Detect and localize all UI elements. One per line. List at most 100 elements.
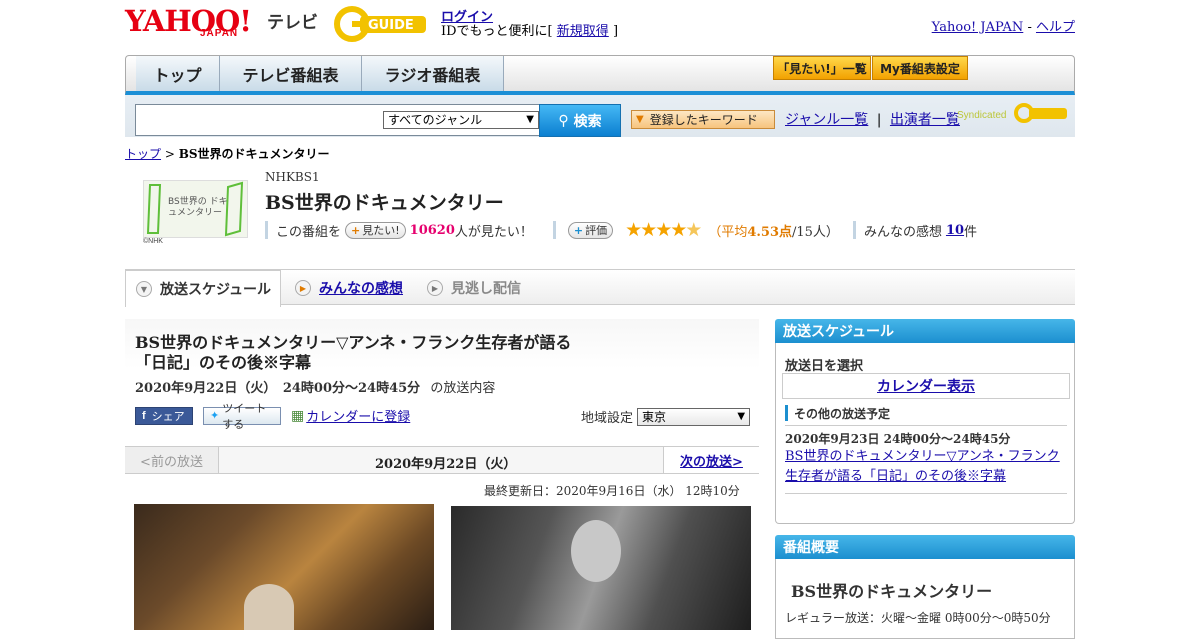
help-link[interactable]: ヘルプ (1036, 20, 1075, 35)
svg-text:GUIDE: GUIDE (368, 18, 414, 33)
other-schedules-heading: その他の放送予定 (785, 405, 890, 421)
add-to-calendar-link[interactable]: カレンダーに登録 (306, 406, 410, 425)
rating-average: （平均4.53点/15人） (708, 221, 839, 240)
next-broadcast-cell: 次の放送> (663, 447, 759, 473)
facebook-icon: f (142, 409, 146, 422)
breadcrumb-current: BS世界のドキュメンタリー (178, 147, 330, 161)
want-list-button[interactable]: 「見たい!」一覧 (773, 56, 871, 80)
region-label: 地域設定 (581, 411, 634, 426)
tab-catchup: ▶ 見逃し配信 (427, 270, 521, 306)
program-tabs: ▼ 放送スケジュール ▶ みんなの感想 ▶ 見逃し配信 (125, 269, 1075, 307)
tab-reviews-label: みんなの感想 (319, 281, 403, 297)
prev-broadcast: <前の放送 (125, 447, 219, 473)
summary-regular: レギュラー放送：火曜～金曜 0時00分～0時50分 (785, 611, 1051, 625)
service-name: テレビ (267, 13, 318, 33)
genre-select-value: すべてのジャンル (388, 113, 483, 127)
side-schedule-box: 放送日を選択 カレンダー表示 その他の放送予定 2020年9月23日 24時00… (775, 343, 1075, 524)
calendar-icon: ▦ (291, 407, 305, 424)
search-button[interactable]: ⚲ 検索 (539, 104, 621, 137)
breadcrumb-sep: > (164, 147, 175, 161)
episode-title: BS世界のドキュメンタリー▽アンネ・フランク生存者が語る「日記」のその後※字幕 (135, 333, 572, 372)
signup-link[interactable]: 新規取得 (557, 24, 609, 39)
current-broadcast-date: 2020年9月22日（火） (375, 457, 517, 472)
tab-schedule[interactable]: ▼ 放送スケジュール (125, 270, 281, 307)
want-button-label: 見たい! (362, 224, 400, 237)
top-links: Yahoo! JAPAN - ヘルプ (932, 16, 1075, 35)
tab-catchup-label: 見逃し配信 (451, 281, 521, 297)
global-nav: トップ テレビ番組表 ラジオ番組表 「見たい!」一覧 My番組表設定 (125, 55, 1075, 95)
meta-divider (852, 221, 856, 239)
comments-count-link[interactable]: 10 (946, 223, 964, 238)
want-count: 10620 (409, 222, 455, 238)
tweet-label: ツイートする (222, 402, 267, 431)
search-icon: ⚲ (558, 112, 569, 129)
calendar-view-cell: カレンダー表示 (782, 373, 1070, 399)
tweet-button[interactable]: ✦ ツイートする (203, 403, 281, 431)
performer-list-link[interactable]: 出演者一覧 (890, 112, 960, 128)
episode-photo-1 (134, 504, 434, 630)
select-day-label: 放送日を選択 (785, 359, 864, 374)
comments-suffix: 件 (964, 224, 978, 240)
my-listings-button[interactable]: My番組表設定 (872, 56, 968, 80)
tab-reviews[interactable]: ▶ みんなの感想 (295, 270, 403, 306)
tab-schedule-label: 放送スケジュール (160, 282, 272, 298)
other-schedule-link[interactable]: BS世界のドキュメンタリー▽アンネ・フランク生存者が語る「日記」のその後※字幕 (785, 447, 1069, 487)
want-prefix: この番組を (276, 224, 342, 240)
search-links: ジャンル一覧 | 出演者一覧 (785, 109, 960, 129)
rating-open: （平均 (708, 224, 748, 240)
saved-keywords-label: 登録したキーワード (649, 113, 758, 127)
syndicated-label: Syndicated (957, 110, 1007, 121)
top-links-separator: - (1027, 20, 1032, 35)
thumbnail-credit: ©NHK (143, 238, 163, 245)
facebook-share-label: シェア (151, 410, 185, 423)
program-title: BS世界のドキュメンタリー (265, 192, 504, 214)
program-meta: この番組を + 見たい! 10620 人が見たい！ + 評価 ★★★★★ （平均… (265, 219, 978, 241)
nav-tab-tv-listings[interactable]: テレビ番組表 (220, 56, 362, 91)
day-navigation: <前の放送 2020年9月22日（火） 次の放送> (125, 446, 759, 474)
chevron-down-icon: ▼ (526, 114, 534, 125)
yahoo-japan-link[interactable]: Yahoo! JAPAN (932, 20, 1024, 35)
breadcrumb-home[interactable]: トップ (125, 147, 161, 161)
region-select[interactable]: 東京 ▼ (637, 407, 751, 426)
episode-photo-2 (451, 506, 751, 630)
play-icon: ▶ (427, 280, 443, 296)
photo-figure (244, 584, 294, 630)
gguide-small-logo (1014, 103, 1067, 123)
login-prompt: IDでもっと便利に[ 新規取得 ] (441, 20, 618, 39)
side-schedule-header: 放送スケジュール (775, 319, 1075, 343)
last-updated: 最終更新日：2020年9月16日（水） 12時10分 (484, 484, 740, 498)
login-prompt-text: IDでもっと便利に[ (441, 24, 553, 39)
login-prompt-close: ] (612, 24, 619, 39)
next-broadcast-link[interactable]: 次の放送> (680, 451, 743, 470)
genre-select[interactable]: すべてのジャンル ▼ (383, 111, 539, 129)
yahoo-logo-japan: JAPAN (200, 28, 239, 39)
plus-icon: + (573, 223, 584, 237)
rating-count: /15人） (792, 224, 839, 240)
side-summary-header: 番組概要 (775, 535, 1075, 559)
share-buttons: f シェア ✦ ツイートする ▦ カレンダーに登録 (135, 403, 410, 431)
search-button-label: 検索 (573, 113, 602, 130)
other-schedule-date: 2020年9月23日 24時00分～24時45分 (785, 432, 1011, 446)
nav-tab-top[interactable]: トップ (136, 56, 220, 91)
episode-date: 2020年9月22日（火） 24時00分～24時45分 の放送内容 (135, 377, 495, 396)
rate-button-label: 評価 (585, 224, 608, 237)
summary-title: BS世界のドキュメンタリー (791, 582, 993, 601)
episode-date-time: 2020年9月22日（火） 24時00分～24時45分 (135, 381, 421, 396)
program-thumbnail: BS世界の ドキュメンタリー (143, 180, 248, 238)
nav-tab-radio-listings[interactable]: ラジオ番組表 (362, 56, 504, 91)
chevron-down-icon: ▼ (136, 281, 152, 297)
gguide-logo: GUIDE (334, 6, 426, 42)
chevron-down-icon: ▼ (737, 410, 746, 422)
want-button[interactable]: + 見たい! (345, 221, 406, 239)
region-setting: 地域設定 東京 ▼ (581, 407, 751, 426)
rate-button[interactable]: + 評価 (567, 221, 614, 239)
channel-name: NHKBS1 (265, 170, 320, 184)
calendar-view-link[interactable]: カレンダー表示 (877, 376, 975, 396)
side-summary-box: BS世界のドキュメンタリー レギュラー放送：火曜～金曜 0時00分～0時50分 (775, 559, 1075, 639)
search-bar: すべてのジャンル ▼ ⚲ 検索 ▼ 登録したキーワード ジャンル一覧 | 出演者… (125, 95, 1075, 137)
saved-keywords-button[interactable]: ▼ 登録したキーワード (631, 110, 775, 129)
divider (785, 493, 1067, 494)
facebook-share-button[interactable]: f シェア (135, 406, 193, 425)
want-suffix: 人が見たい！ (454, 224, 533, 240)
genre-list-link[interactable]: ジャンル一覧 (785, 112, 868, 128)
